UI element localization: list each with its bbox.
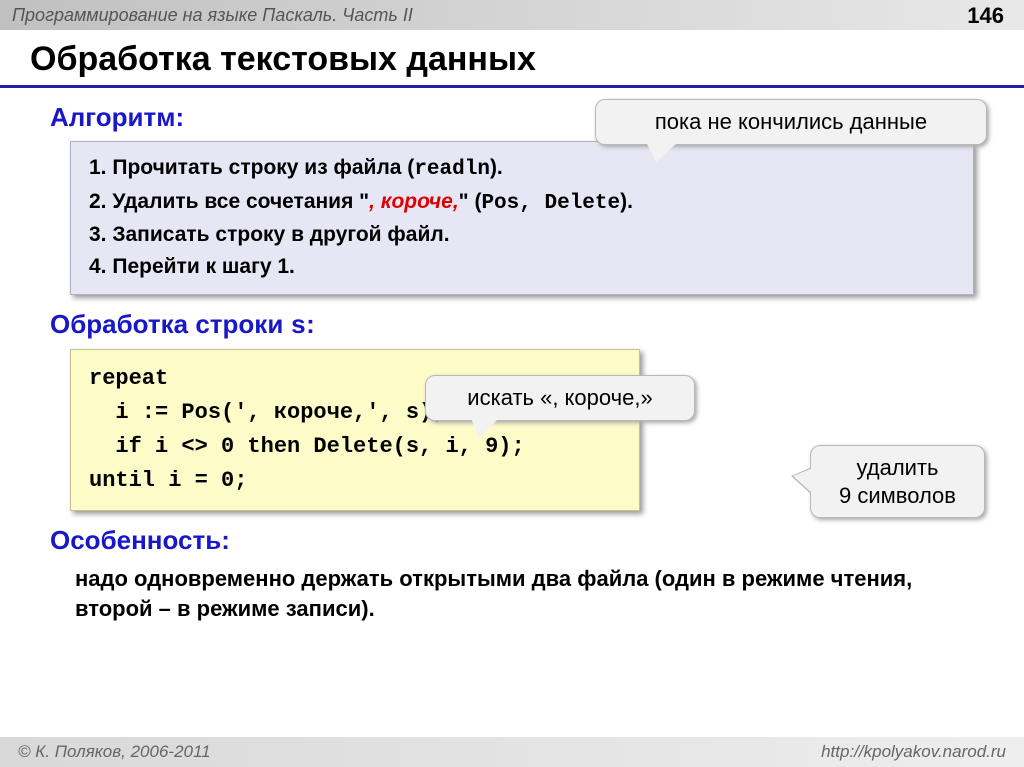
algorithm-box: 1. Прочитать строку из файла (readln). 2… <box>70 141 974 295</box>
algo-step-2: 2. Удалить все сочетания ", короче," (Po… <box>89 186 955 220</box>
feature-heading: Особенность: <box>50 525 984 556</box>
callout-delete: удалить 9 символов <box>810 445 985 518</box>
content-area: Алгоритм: 1. Прочитать строку из файла (… <box>0 102 1024 624</box>
algo-step-1: 1. Прочитать строку из файла (readln). <box>89 152 955 186</box>
header-bar: Программирование на языке Паскаль. Часть… <box>0 0 1024 30</box>
page-number: 146 <box>967 3 1004 29</box>
copyright: © К. Поляков, 2006-2011 <box>18 742 211 762</box>
footer-bar: © К. Поляков, 2006-2011 http://kpolyakov… <box>0 737 1024 767</box>
footer-url: http://kpolyakov.narod.ru <box>821 742 1006 762</box>
callout-search: искать «, короче,» <box>425 375 695 421</box>
feature-text: надо одновременно держать открытыми два … <box>75 564 984 623</box>
breadcrumb: Программирование на языке Паскаль. Часть… <box>12 5 413 26</box>
callout-while-data: пока не кончились данные <box>595 99 987 145</box>
algo-step-4: 4. Перейти к шагу 1. <box>89 251 955 283</box>
processing-heading: Обработка строки s: <box>50 309 984 341</box>
code-box: repeat i := Pos(', короче,', s); if i <>… <box>70 349 640 511</box>
algo-step-3: 3. Записать строку в другой файл. <box>89 219 955 251</box>
page-title: Обработка текстовых данных <box>0 30 1024 88</box>
